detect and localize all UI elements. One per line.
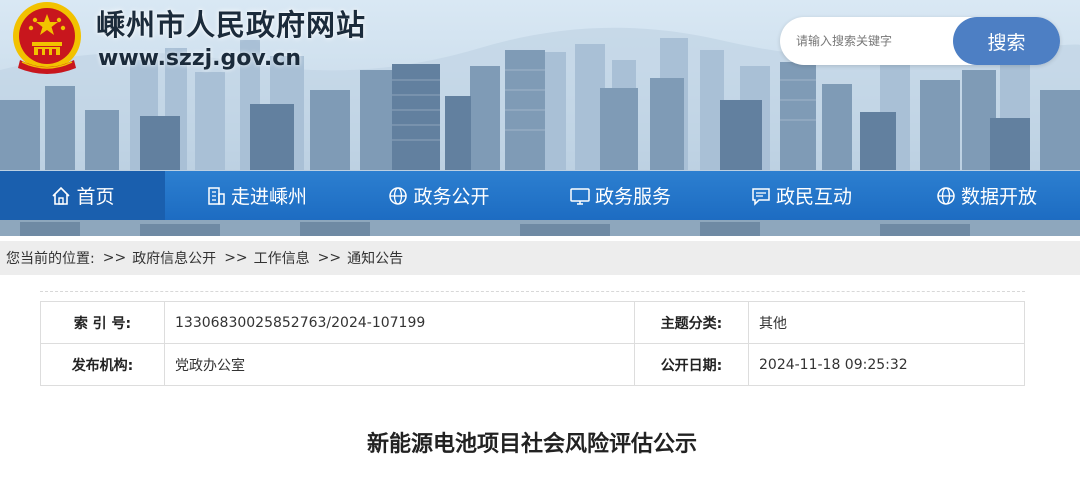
globe-icon xyxy=(935,185,957,207)
publisher-label: 发布机构: xyxy=(40,343,165,386)
site-title: 嵊州市人民政府网站 xyxy=(96,8,367,42)
chat-icon xyxy=(750,185,772,207)
breadcrumb-separator: >> xyxy=(317,250,342,266)
publisher-value: 党政办公室 xyxy=(164,343,635,386)
article-meta-table: 索 引 号: 13306830025852763/2024-107199 主题分… xyxy=(40,301,1025,386)
nav-item-open-data[interactable]: 数据开放 xyxy=(892,171,1080,220)
nav-item-home[interactable]: 首页 xyxy=(0,171,165,220)
nav-item-label: 走进嵊州 xyxy=(230,186,307,208)
index-label: 索 引 号: xyxy=(40,301,165,344)
index-value: 13306830025852763/2024-107199 xyxy=(164,301,635,344)
monitor-icon xyxy=(569,185,591,207)
nav-item-interaction[interactable]: 政民互动 xyxy=(710,171,892,220)
search-input[interactable] xyxy=(780,17,960,65)
nav-item-gov-info[interactable]: 政务公开 xyxy=(347,171,530,220)
breadcrumb: 您当前的位置: >> 政府信息公开 >> 工作信息 >> 通知公告 xyxy=(0,241,1080,275)
breadcrumb-item-gov-info[interactable]: 政府信息公开 xyxy=(132,248,216,268)
page: 嵊州市人民政府网站 www.szzj.gov.cn 搜索 首页 走进嵊州 xyxy=(0,0,1080,486)
nav-item-gov-service[interactable]: 政务服务 xyxy=(530,171,710,220)
breadcrumb-separator: >> xyxy=(102,250,127,266)
table-row: 索 引 号: 13306830025852763/2024-107199 主题分… xyxy=(40,301,1025,344)
header-banner: 嵊州市人民政府网站 www.szzj.gov.cn 搜索 首页 走进嵊州 xyxy=(0,0,1080,236)
breadcrumb-prefix: 您当前的位置: xyxy=(6,251,95,267)
site-url: www.szzj.gov.cn xyxy=(98,46,301,71)
breadcrumb-item-notices[interactable]: 通知公告 xyxy=(347,248,403,268)
building-icon xyxy=(205,185,227,207)
nav-item-about[interactable]: 走进嵊州 xyxy=(165,171,347,220)
nav-item-label: 政民互动 xyxy=(775,186,852,208)
globe-icon xyxy=(387,185,409,207)
article-title: 新能源电池项目社会风险评估公示 xyxy=(366,432,697,457)
breadcrumb-separator: >> xyxy=(224,250,248,266)
category-value: 其他 xyxy=(748,301,1025,344)
nav-item-label: 政务服务 xyxy=(594,186,671,208)
nav-item-label: 政务公开 xyxy=(413,186,490,208)
nav-item-label: 数据开放 xyxy=(960,186,1037,208)
category-label: 主题分类: xyxy=(634,301,749,344)
breadcrumb-item-work-info[interactable]: 工作信息 xyxy=(254,248,310,268)
national-emblem-icon xyxy=(13,2,81,74)
divider xyxy=(40,291,1025,292)
nav-item-label: 首页 xyxy=(76,186,115,208)
table-row: 发布机构: 党政办公室 公开日期: 2024-11-18 09:25:32 xyxy=(40,343,1025,386)
date-label: 公开日期: xyxy=(634,343,749,386)
home-icon xyxy=(50,185,72,207)
date-value: 2024-11-18 09:25:32 xyxy=(748,343,1025,386)
main-nav: 首页 走进嵊州 政务公开 政务服务 政民互动 数据开放 xyxy=(0,171,1080,220)
search-button[interactable]: 搜索 xyxy=(953,17,1060,65)
